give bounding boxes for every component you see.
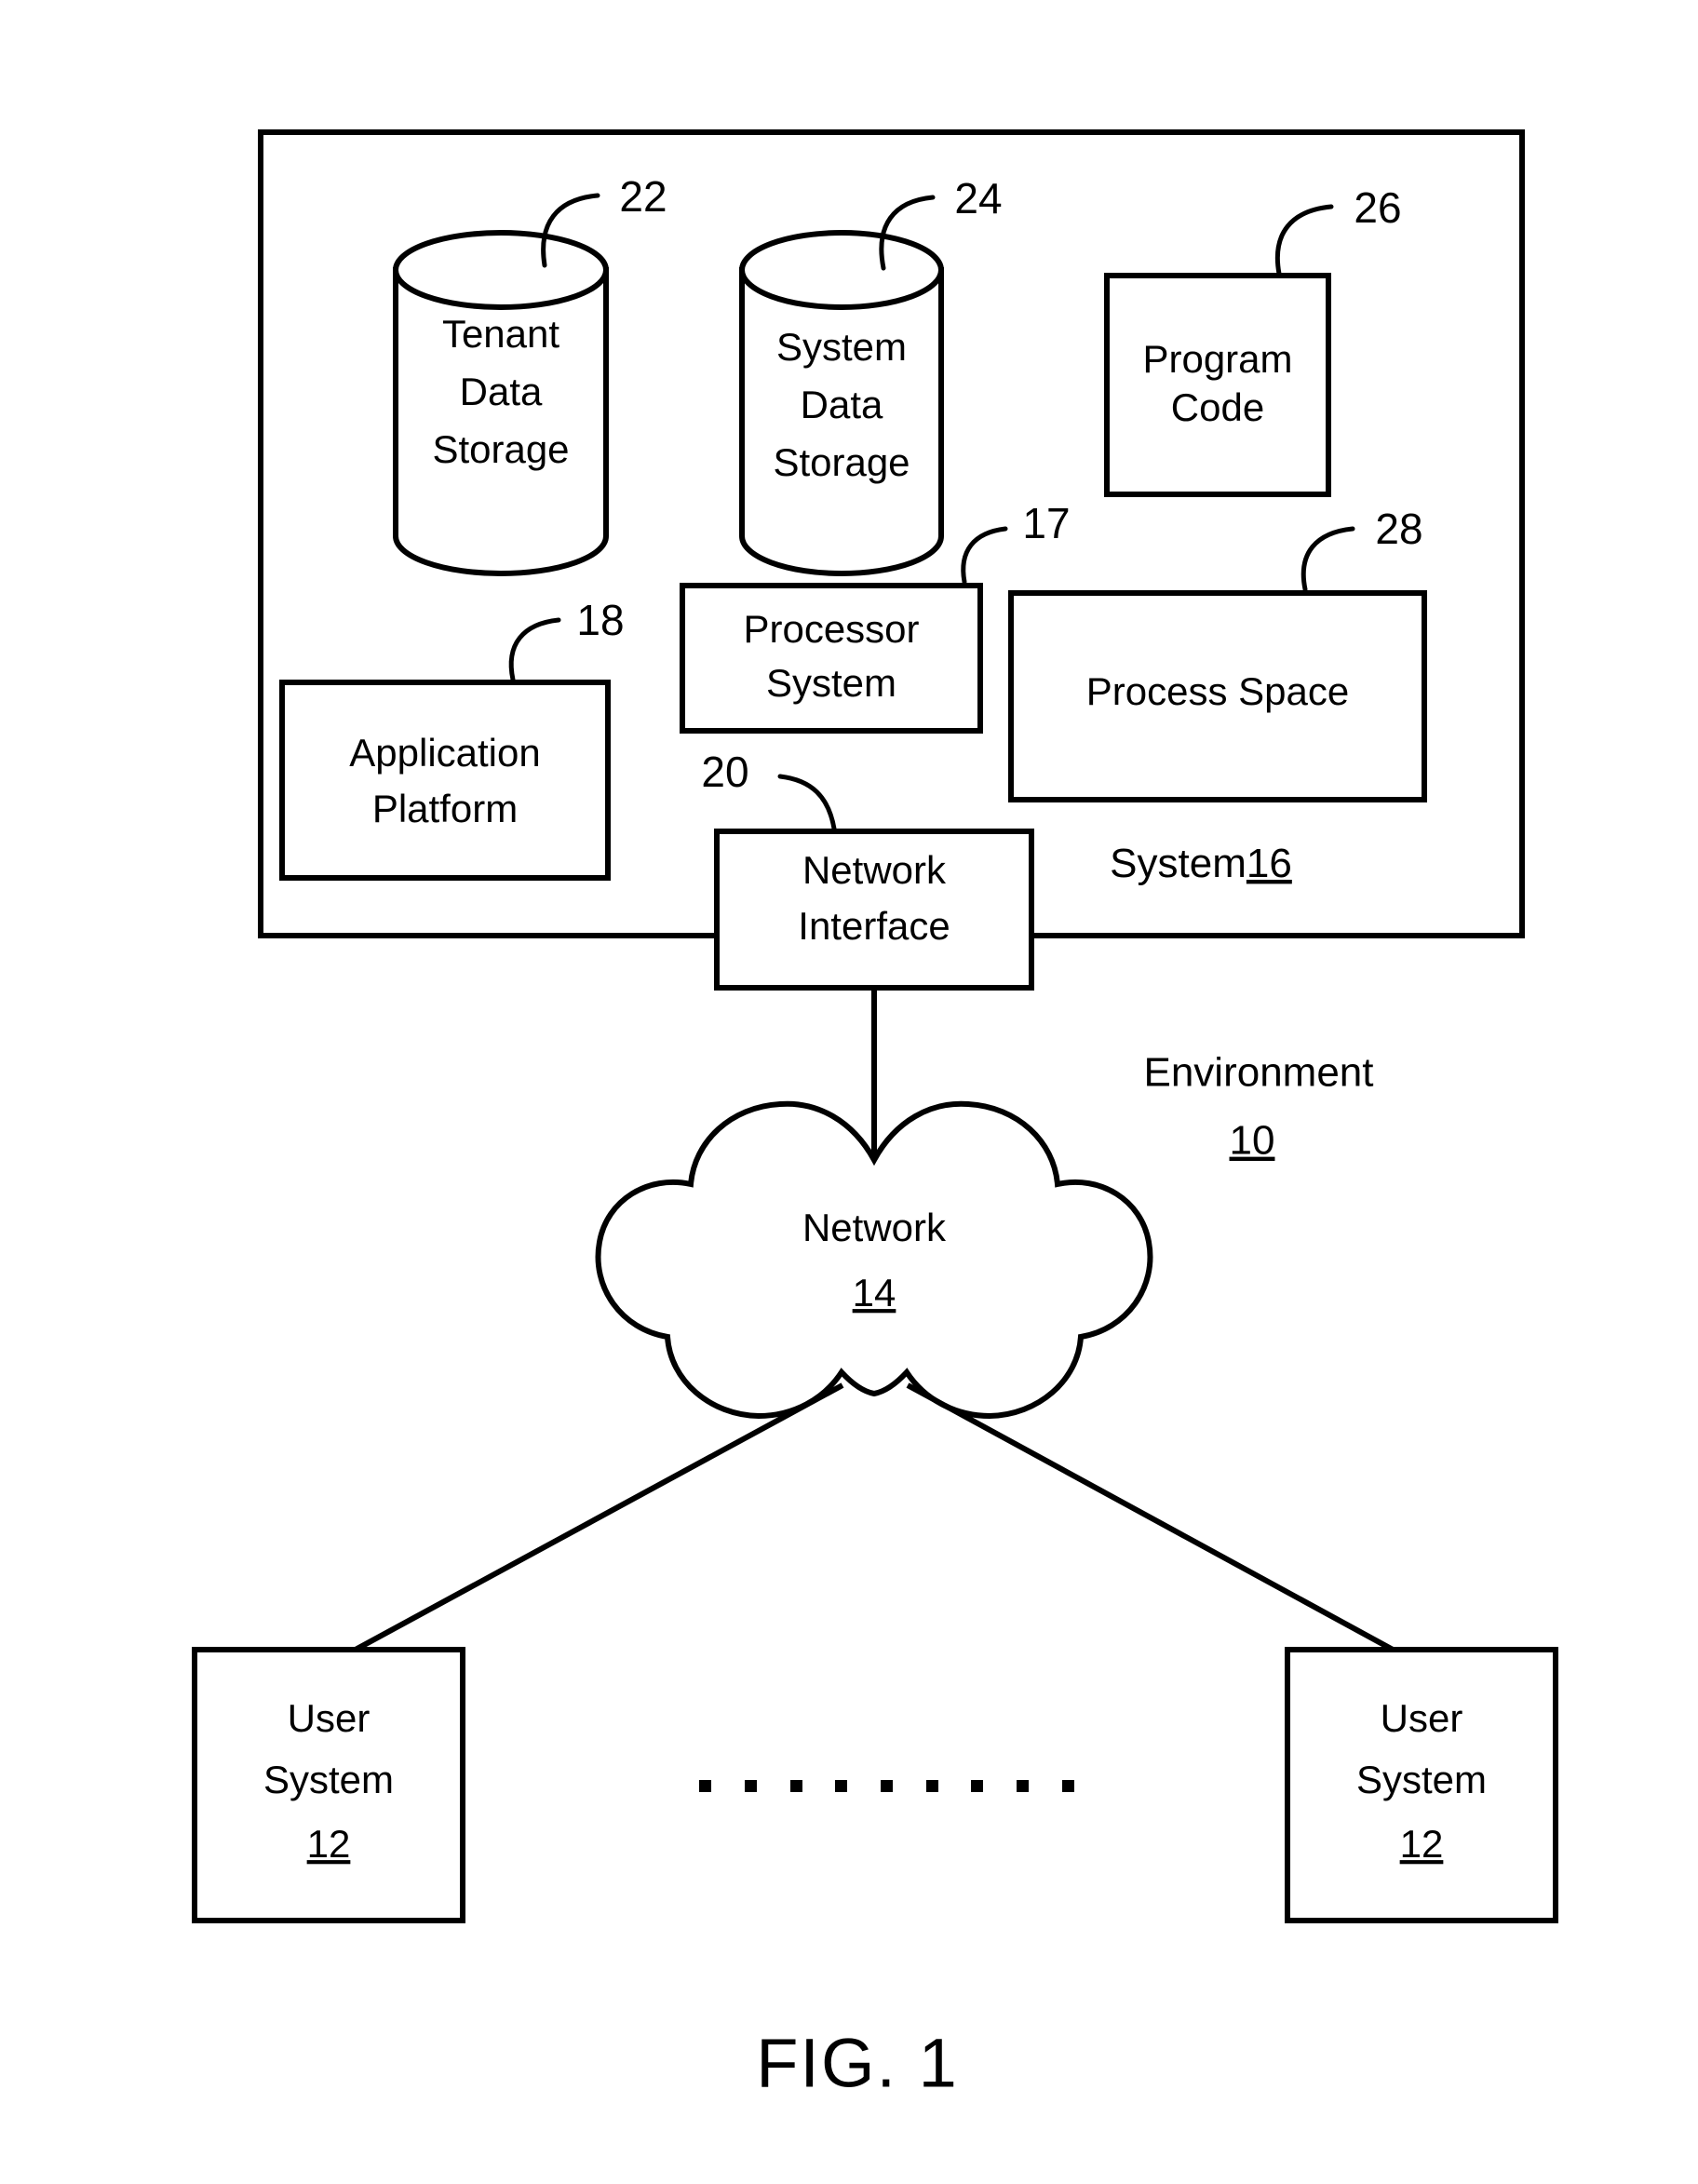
- figure-canvas: Tenant Data Storage 22 System Data Stora…: [192, 129, 1558, 2102]
- network-interface-label-line2: Interface: [798, 904, 950, 948]
- system-box-label-text: System: [1110, 841, 1247, 886]
- ref-number-18: 18: [576, 596, 624, 644]
- network-cloud-label: Network: [802, 1206, 947, 1249]
- ref-number-20: 20: [701, 748, 748, 796]
- ref-number-17: 17: [1022, 499, 1070, 547]
- environment-label: Environment: [1143, 1050, 1373, 1096]
- user-system-right-label-line1: User: [1381, 1696, 1463, 1740]
- application-platform-box: [279, 680, 611, 881]
- ref-number-24: 24: [954, 174, 1002, 222]
- user-system-left-label-line2: System: [263, 1758, 394, 1801]
- system-box-ref: 16: [1247, 841, 1292, 886]
- user-system-left-node: User System 12: [192, 1647, 465, 1923]
- tenant-data-storage-label-line1: Tenant: [442, 312, 559, 356]
- system-data-storage-label-line3: Storage: [773, 440, 910, 484]
- program-code-label-line2: Code: [1171, 385, 1264, 429]
- user-system-right-label-line2: System: [1356, 1758, 1487, 1801]
- connector-cloud-to-user-right: [906, 1382, 1396, 1653]
- user-system-right-node: User System 12: [1285, 1647, 1558, 1923]
- system-data-storage-cylinder-top: [739, 230, 944, 310]
- tenant-data-storage-cylinder-top: [393, 230, 609, 310]
- ellipsis-dot: [971, 1780, 983, 1792]
- ellipsis-dots: [699, 1780, 1074, 1792]
- ellipsis-dot: [1062, 1780, 1074, 1792]
- connector-cloud-to-user-left: [352, 1382, 844, 1653]
- ellipsis-dot: [926, 1780, 938, 1792]
- user-system-left-label-line1: User: [288, 1696, 371, 1740]
- network-cloud-ref: 14: [853, 1271, 896, 1314]
- system-label-group: System16: [1110, 841, 1292, 886]
- ellipsis-dot: [1017, 1780, 1029, 1792]
- ellipsis-dot: [881, 1780, 893, 1792]
- application-platform-label-line1: Application: [349, 731, 540, 775]
- user-system-left-ref: 12: [307, 1822, 351, 1866]
- system-data-storage-label-line2: Data: [801, 383, 883, 426]
- process-space-label: Process Space: [1086, 669, 1349, 713]
- ref-number-22: 22: [619, 172, 667, 221]
- processor-system-label-line1: Processor: [743, 607, 919, 651]
- tenant-data-storage-label-line2: Data: [460, 370, 543, 413]
- user-system-right-ref: 12: [1400, 1822, 1444, 1866]
- tenant-data-storage-label-line3: Storage: [432, 427, 569, 471]
- ellipsis-dot: [835, 1780, 847, 1792]
- figure-caption: FIG. 1: [756, 2025, 959, 2102]
- program-code-label-line1: Program: [1142, 337, 1292, 381]
- network-interface-label-line1: Network: [802, 848, 947, 892]
- application-platform-label-line2: Platform: [372, 787, 518, 830]
- environment-label-group: Environment 10: [1143, 1050, 1373, 1164]
- system-box-label: System16: [1110, 841, 1292, 886]
- ellipsis-dot: [699, 1780, 711, 1792]
- processor-system-label-line2: System: [766, 661, 896, 705]
- ellipsis-dot: [745, 1780, 757, 1792]
- patent-figure: Tenant Data Storage 22 System Data Stora…: [0, 0, 1698, 2184]
- ellipsis-dot: [790, 1780, 802, 1792]
- ref-number-28: 28: [1375, 505, 1422, 553]
- environment-ref: 10: [1230, 1118, 1275, 1164]
- ref-number-26: 26: [1354, 183, 1401, 232]
- system-data-storage-label-line1: System: [776, 325, 907, 369]
